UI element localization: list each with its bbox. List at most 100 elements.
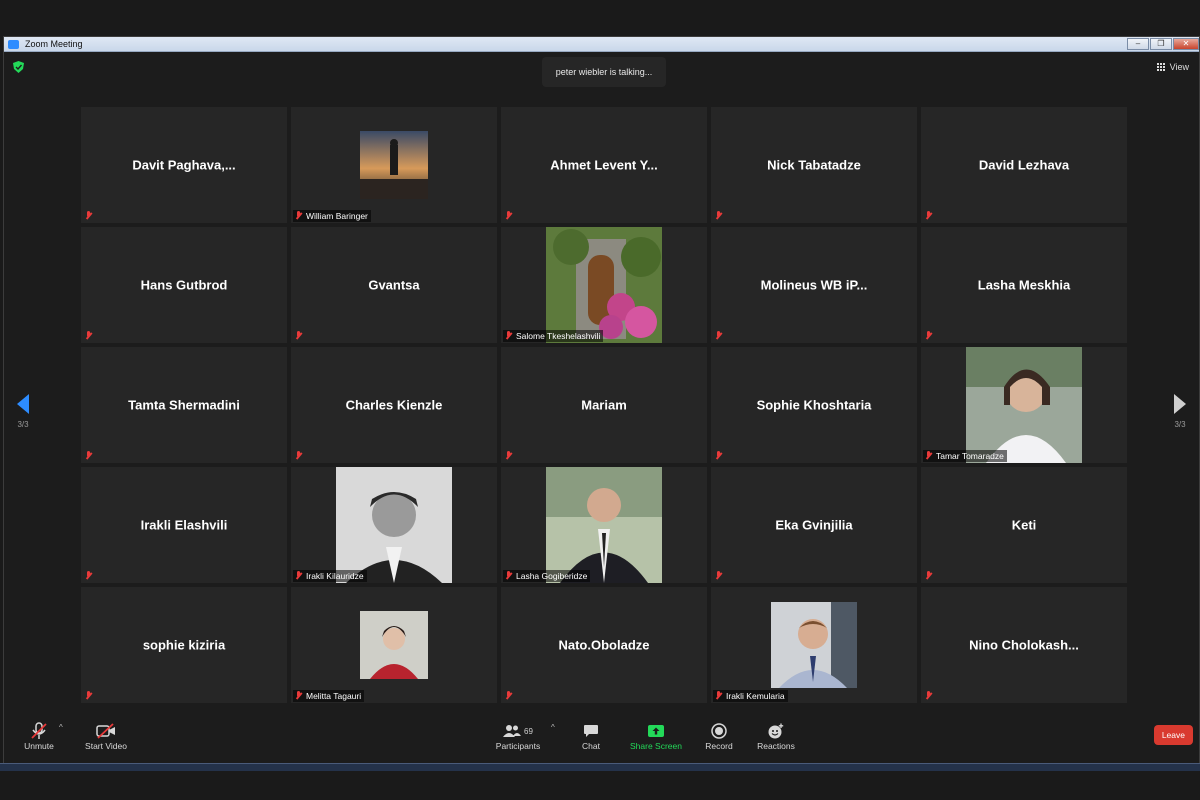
mic-muted-icon [924, 211, 933, 221]
audio-options-caret[interactable]: ^ [59, 723, 63, 732]
record-button[interactable]: Record [702, 721, 736, 751]
participant-footer: Melitta Tagauri [293, 690, 365, 702]
participant-footer [503, 450, 516, 462]
participant-tile[interactable]: Salome Tkeshelashvili [501, 227, 707, 343]
participant-display-name: Sophie Khoshtaria [756, 397, 872, 413]
participant-display-name: Molineus WB iP... [760, 277, 868, 293]
mic-muted-icon [294, 331, 303, 341]
participant-video [360, 611, 428, 679]
participant-tile[interactable]: Nick Tabatadze [711, 107, 917, 223]
participant-tile[interactable]: Molineus WB iP... [711, 227, 917, 343]
gallery-grid: Davit Paghava,... William Baringer Ahmet L… [81, 107, 1127, 703]
participant-tile[interactable]: Davit Paghava,... [81, 107, 287, 223]
participant-footer [83, 570, 96, 582]
participant-tile[interactable]: Nato.Oboladze [501, 587, 707, 703]
participant-display-name: sophie kiziria [142, 637, 226, 653]
participant-footer [293, 450, 306, 462]
restore-button[interactable]: ❐ [1150, 38, 1172, 50]
participant-tile[interactable]: Tamar Tomaradze [921, 347, 1127, 463]
participant-tile[interactable]: Sophie Khoshtaria [711, 347, 917, 463]
participant-tile[interactable]: Lasha Meskhia [921, 227, 1127, 343]
participant-tile[interactable]: sophie kiziria [81, 587, 287, 703]
zoom-app-icon [8, 39, 19, 49]
mic-muted-icon [504, 691, 513, 701]
unmute-button[interactable]: Unmute [18, 721, 60, 751]
participant-tile[interactable]: Mariam [501, 347, 707, 463]
unmute-label: Unmute [24, 741, 54, 751]
participants-button[interactable]: 69 Participants [492, 721, 544, 751]
microphone-muted-icon [31, 722, 47, 739]
mic-muted-icon [924, 451, 933, 461]
minimize-button[interactable]: – [1127, 38, 1149, 50]
participant-tile[interactable]: Tamta Shermadini [81, 347, 287, 463]
window-title: Zoom Meeting [25, 39, 83, 49]
participant-footer [503, 210, 516, 222]
next-page-button[interactable]: 3/3 [1165, 394, 1195, 429]
encryption-shield-icon[interactable] [13, 61, 24, 73]
mic-muted-icon [84, 571, 93, 581]
mic-muted-icon [294, 571, 303, 581]
participant-tile[interactable]: Eka Gvinjilia [711, 467, 917, 583]
participant-footer [923, 330, 936, 342]
previous-page-button[interactable]: 3/3 [8, 394, 38, 429]
smiley-plus-icon [768, 723, 784, 739]
chat-label: Chat [582, 741, 600, 751]
participant-video [771, 602, 857, 688]
participant-video [966, 347, 1082, 463]
participant-tile[interactable]: Hans Gutbrod [81, 227, 287, 343]
participant-tile[interactable]: Irakli Elashvili [81, 467, 287, 583]
participant-display-name: Nato.Oboladze [558, 637, 650, 653]
participant-video [360, 131, 428, 199]
mic-muted-icon [84, 691, 93, 701]
participant-footer [713, 450, 726, 462]
view-button[interactable]: View [1156, 62, 1189, 72]
close-button[interactable]: ✕ [1173, 38, 1199, 50]
participant-video [546, 467, 662, 583]
participant-tile[interactable]: Ahmet Levent Y... [501, 107, 707, 223]
participant-tile[interactable]: Nino Cholokash... [921, 587, 1127, 703]
mic-muted-icon [504, 211, 513, 221]
participant-footer: Irakli Kemularia [713, 690, 788, 702]
start-video-button[interactable]: Start Video [82, 721, 130, 751]
mic-muted-icon [294, 211, 303, 221]
share-screen-button[interactable]: Share Screen [628, 721, 684, 751]
participant-display-name: Ahmet Levent Y... [550, 157, 658, 173]
leave-button[interactable]: Leave [1153, 725, 1193, 745]
start-video-label: Start Video [85, 741, 127, 751]
reactions-button[interactable]: Reactions [754, 721, 798, 751]
os-taskbar [0, 763, 1200, 771]
mic-muted-icon [924, 691, 933, 701]
participant-display-name: Charles Kienzle [345, 397, 443, 413]
page-indicator-right: 3/3 [1174, 420, 1186, 429]
participant-tile[interactable]: Keti [921, 467, 1127, 583]
participant-tile[interactable]: David Lezhava [921, 107, 1127, 223]
participant-display-name: Nino Cholokash... [969, 637, 1079, 653]
record-label: Record [705, 741, 733, 751]
share-screen-label: Share Screen [630, 741, 682, 751]
participants-options-caret[interactable]: ^ [551, 723, 555, 732]
participant-tile[interactable]: Irakli Kilauridze [291, 467, 497, 583]
meeting-toolbar: Unmute ^ Start Video 69 Participants ^ C… [4, 713, 1199, 765]
participant-tile[interactable]: William Baringer [291, 107, 497, 223]
participant-display-name: Mariam [581, 397, 627, 413]
mic-muted-icon [84, 331, 93, 341]
participants-count: 69 [524, 726, 533, 736]
participant-footer: Irakli Kilauridze [293, 570, 367, 582]
mic-muted-icon [924, 331, 933, 341]
participant-display-name: Hans Gutbrod [140, 277, 228, 293]
mic-muted-icon [714, 691, 723, 701]
participant-tile[interactable]: Charles Kienzle [291, 347, 497, 463]
participant-footer: Lasha Gogiberidze [503, 570, 591, 582]
participant-tile[interactable]: Gvantsa [291, 227, 497, 343]
participant-tile[interactable]: Lasha Gogiberidze [501, 467, 707, 583]
participant-tile[interactable]: Irakli Kemularia [711, 587, 917, 703]
participant-display-name: Lasha Meskhia [977, 277, 1071, 293]
participant-footer [923, 210, 936, 222]
mic-muted-icon [504, 451, 513, 461]
participant-tile[interactable]: Melitta Tagauri [291, 587, 497, 703]
participant-footer [83, 210, 96, 222]
participant-name-label: Salome Tkeshelashvili [516, 331, 601, 341]
participant-footer [923, 570, 936, 582]
mic-muted-icon [714, 331, 723, 341]
chat-button[interactable]: Chat [576, 721, 606, 751]
